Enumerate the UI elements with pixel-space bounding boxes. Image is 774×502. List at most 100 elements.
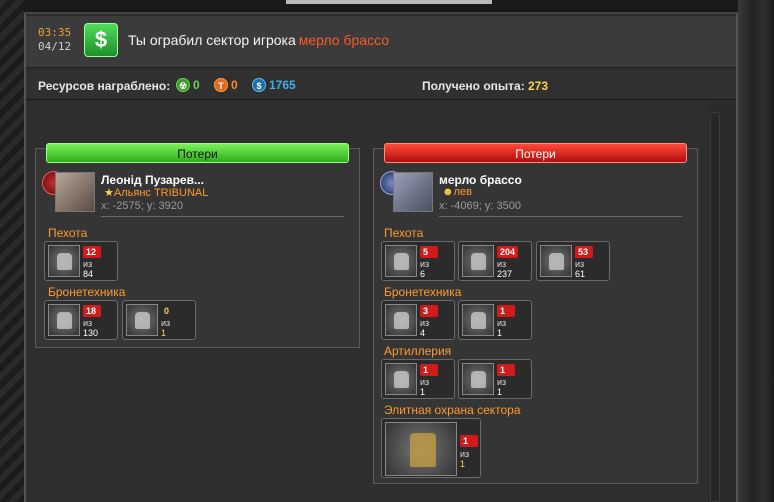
dollar-icon: $ xyxy=(84,23,118,57)
unit-losses: 1 xyxy=(497,364,515,376)
star-icon: ★ xyxy=(104,187,114,199)
artillery-icon xyxy=(385,363,417,395)
unit-total: 1 xyxy=(460,459,466,469)
unit-card[interactable]: 1 из 1 xyxy=(458,300,532,340)
credits-icon: $ xyxy=(252,78,266,92)
scrollbar[interactable] xyxy=(710,112,720,502)
resource-value: 0 xyxy=(193,78,200,92)
unit-losses: 5 xyxy=(420,246,438,258)
unit-total: 237 xyxy=(497,269,513,279)
skull-icon: ☻ xyxy=(442,186,454,198)
unit-losses: 1 xyxy=(460,435,478,447)
resource-value: 1765 xyxy=(269,78,296,92)
resource-titanium: T 0 xyxy=(214,78,238,92)
unit-of: из xyxy=(575,259,585,269)
top-bar xyxy=(24,0,738,14)
unit-losses: 53 xyxy=(575,246,593,258)
resource-credits: $ 1765 xyxy=(252,78,296,92)
titanium-icon: T xyxy=(214,78,228,92)
unit-of: из xyxy=(497,377,507,387)
unit-card[interactable]: 3 из 4 xyxy=(381,300,455,340)
unit-card[interactable]: 53 из 61 xyxy=(536,241,610,281)
unit-card[interactable]: 1 из 1 xyxy=(458,359,532,399)
elite-guard-icon xyxy=(385,422,457,476)
infantry-icon xyxy=(462,245,494,277)
unit-total: 4 xyxy=(420,328,426,338)
background-right xyxy=(738,0,774,502)
section-title: Артиллерия xyxy=(384,344,452,358)
timestamp: 03:35 04/12 xyxy=(38,26,71,54)
resource-value: 0 xyxy=(231,78,238,92)
unit-of: из xyxy=(161,318,171,328)
unit-of: из xyxy=(420,377,430,387)
unit-losses: 204 xyxy=(497,246,519,258)
unit-total: 61 xyxy=(575,269,586,279)
vehicle-icon xyxy=(48,304,80,336)
vehicle-icon xyxy=(462,304,494,336)
message-text: Ты ограбил сектор игрока xyxy=(128,32,296,48)
experience-label: Получено опыта: xyxy=(422,79,525,93)
infantry-icon xyxy=(48,245,80,277)
unit-of: из xyxy=(420,318,430,328)
unit-of: из xyxy=(83,259,93,269)
avatar[interactable] xyxy=(393,172,433,212)
unit-of: из xyxy=(420,259,430,269)
resources-bar: Ресурсов награблено: ☢ 0 T 0 $ 1765 Полу… xyxy=(26,70,736,100)
date: 04/12 xyxy=(38,40,72,53)
unit-total: 1 xyxy=(161,328,167,338)
divider xyxy=(101,216,344,217)
unit-total: 130 xyxy=(83,328,99,338)
resources-label: Ресурсов награблено: xyxy=(38,79,171,93)
defender-coords: x: -4069; y: 3500 xyxy=(439,200,521,212)
defender-alliance[interactable]: ☻лев xyxy=(442,186,472,198)
player-link[interactable]: мерло брассо xyxy=(299,32,389,48)
attacker-name[interactable]: Леонід Пузарев... xyxy=(101,173,204,187)
unit-losses: 0 xyxy=(164,306,170,316)
unit-card[interactable]: 5 из 6 xyxy=(381,241,455,281)
avatar[interactable] xyxy=(55,172,95,212)
unit-card[interactable]: 18 из 130 xyxy=(44,300,118,340)
unit-of: из xyxy=(460,449,470,459)
infantry-icon xyxy=(385,245,417,277)
unit-losses: 1 xyxy=(497,305,515,317)
unit-losses: 12 xyxy=(83,246,101,258)
unit-total: 1 xyxy=(420,387,426,397)
unit-total: 6 xyxy=(420,269,426,279)
alliance-name: лев xyxy=(453,186,472,198)
unit-card[interactable]: 12 из 84 xyxy=(44,241,118,281)
vehicle-icon xyxy=(385,304,417,336)
losses-banner: Потери xyxy=(384,143,687,163)
infantry-icon xyxy=(540,245,572,277)
vehicle-icon xyxy=(126,304,158,336)
unit-total: 1 xyxy=(497,328,503,338)
report-header: 03:35 04/12 $ Ты ограбил сектор игрока ме… xyxy=(26,16,736,68)
unit-losses: 18 xyxy=(83,305,101,317)
radiation-icon: ☢ xyxy=(176,78,190,92)
experience-value: 273 xyxy=(528,79,549,93)
alliance-name: Альянс TRIBUNAL xyxy=(113,187,209,199)
attacker-coords: x: -2575; y: 3920 xyxy=(101,200,183,212)
unit-of: из xyxy=(497,318,507,328)
section-title: Пехота xyxy=(48,226,88,240)
unit-losses: 3 xyxy=(420,305,438,317)
attacker-alliance[interactable]: ★Альянс TRIBUNAL xyxy=(104,186,208,199)
section-title: Бронетехника xyxy=(384,285,462,299)
section-title: Пехота xyxy=(384,226,424,240)
time: 03:35 xyxy=(38,26,72,39)
divider xyxy=(439,216,682,217)
unit-card[interactable]: 204 из 237 xyxy=(458,241,532,281)
report-message: Ты ограбил сектор игрока мерло брассо xyxy=(128,32,389,48)
section-title: Элитная охрана сектора xyxy=(384,403,521,417)
unit-card[interactable]: 0 из 1 xyxy=(122,300,196,340)
unit-card[interactable]: 1 из 1 xyxy=(381,418,481,478)
resource-radiation: ☢ 0 xyxy=(176,78,200,92)
background-left xyxy=(0,0,24,502)
section-title: Бронетехника xyxy=(48,285,126,299)
losses-banner: Потери xyxy=(46,143,349,163)
unit-total: 1 xyxy=(497,387,503,397)
unit-of: из xyxy=(83,318,93,328)
unit-card[interactable]: 1 из 1 xyxy=(381,359,455,399)
unit-losses: 1 xyxy=(420,364,438,376)
defender-name[interactable]: мерло брассо xyxy=(439,173,522,187)
top-tab[interactable] xyxy=(286,0,492,4)
